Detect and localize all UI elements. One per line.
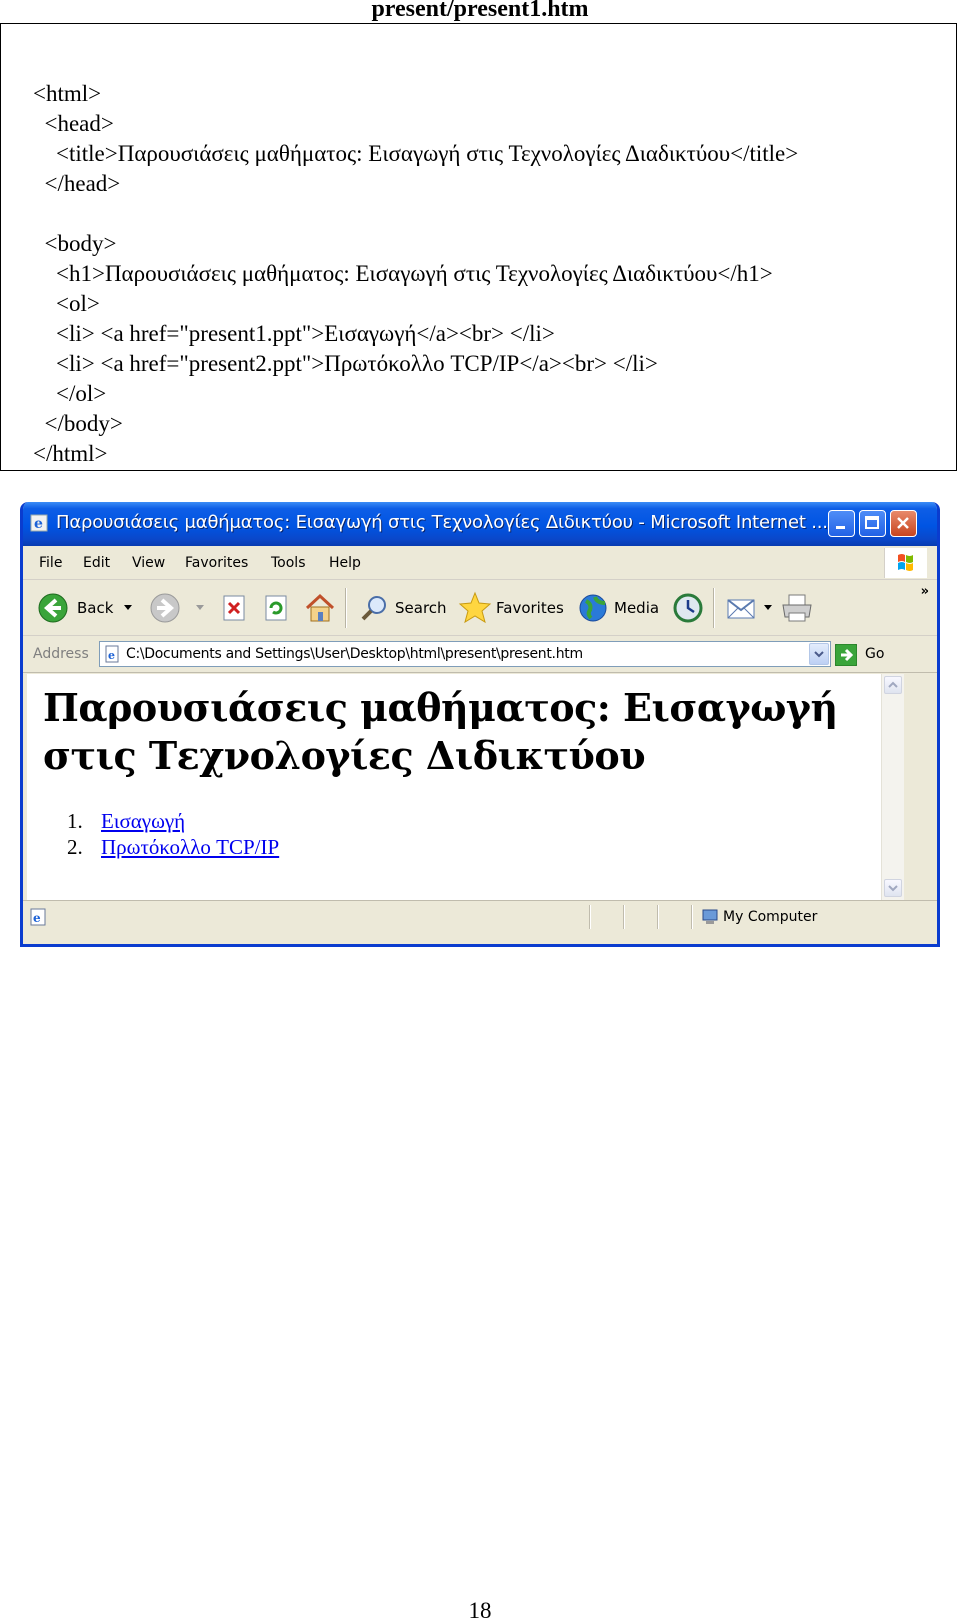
title-bar[interactable]: e Παρουσιάσεις μαθήματος: Εισαγωγή στις … [23, 502, 937, 546]
code-line: </body> [33, 411, 123, 436]
chevron-down-icon [888, 885, 898, 892]
svg-text:e: e [108, 649, 115, 662]
windows-logo-icon [884, 548, 927, 578]
toolbar-separator [713, 588, 715, 628]
list-number: 2. [67, 835, 83, 859]
menu-bar: File Edit View Favorites Tools Help [23, 546, 937, 580]
code-line: <body> [33, 231, 117, 256]
address-value: C:\Documents and Settings\User\Desktop\h… [126, 646, 583, 662]
menu-help[interactable]: Help [329, 555, 361, 571]
code-line: <li> <a href="present2.ppt">Πρωτόκολλο T… [33, 351, 658, 376]
code-line: </ol> [33, 381, 107, 406]
security-zone: My Computer [723, 909, 818, 925]
status-separator [623, 905, 625, 929]
minimize-icon [836, 526, 845, 529]
minimize-button[interactable] [828, 510, 855, 537]
menu-view[interactable]: View [132, 555, 165, 571]
forward-arrow-icon[interactable] [149, 592, 181, 624]
address-bar: Address e C:\Documents and Settings\User… [23, 636, 937, 673]
go-button[interactable]: Go [865, 646, 884, 662]
home-icon[interactable] [303, 591, 337, 625]
maximize-button[interactable] [859, 510, 886, 537]
chevron-down-icon [814, 651, 824, 658]
window-title: Παρουσιάσεις μαθήματος: Εισαγωγή στις Τε… [56, 512, 828, 533]
code-line: <head> [33, 111, 114, 136]
code-line: <title>Παρουσιάσεις μαθήματος: Εισαγωγή … [33, 141, 799, 166]
refresh-icon[interactable] [261, 593, 291, 623]
list-item: 2. Πρωτόκολλο TCP/IP [67, 834, 279, 860]
vertical-scrollbar[interactable] [881, 674, 904, 900]
history-icon[interactable] [671, 591, 705, 625]
code-line: <h1>Παρουσιάσεις μαθήματος: Εισαγωγή στι… [33, 261, 773, 286]
toolbar-separator [345, 588, 347, 628]
back-arrow-icon[interactable] [37, 592, 69, 624]
list-number: 1. [67, 809, 83, 833]
more-chevron-icon[interactable]: » [921, 584, 929, 599]
status-separator [589, 905, 591, 929]
search-button[interactable]: Search [395, 599, 447, 617]
menu-tools[interactable]: Tools [271, 555, 306, 571]
internet-explorer-icon: e [30, 514, 48, 532]
computer-zone-icon [702, 909, 718, 924]
scroll-up-button[interactable] [884, 676, 902, 694]
page-number: 18 [468, 1598, 492, 1623]
chevron-down-icon[interactable] [123, 604, 133, 612]
address-label: Address [33, 646, 89, 662]
address-dropdown-button[interactable] [809, 643, 829, 665]
browser-window: e Παρουσιάσεις μαθήματος: Εισαγωγή στις … [20, 502, 940, 947]
code-line: <html> [33, 81, 102, 106]
media-globe-icon[interactable] [577, 591, 611, 625]
code-line: </head> [33, 171, 121, 196]
search-icon[interactable] [359, 592, 391, 624]
close-icon [897, 517, 909, 529]
link-tcpip[interactable]: Πρωτόκολλο TCP/IP [101, 835, 279, 859]
status-bar: e My Computer [23, 900, 937, 933]
chevron-up-icon [888, 681, 898, 688]
code-line: </html> [33, 441, 108, 466]
close-button[interactable] [890, 510, 917, 537]
chevron-down-icon[interactable] [195, 604, 205, 612]
status-separator [691, 905, 693, 929]
menu-file[interactable]: File [39, 555, 62, 571]
maximize-icon [865, 516, 879, 529]
svg-text:e: e [33, 911, 41, 925]
status-separator [657, 905, 659, 929]
link-intro[interactable]: Εισαγωγή [101, 809, 185, 833]
page-status-icon: e [30, 908, 46, 926]
back-button[interactable]: Back [77, 599, 113, 617]
media-button[interactable]: Media [614, 599, 659, 617]
standard-toolbar: Back Search Favorites Media » [23, 580, 937, 636]
stop-icon[interactable] [219, 593, 249, 623]
figure-caption: present/present1.htm [371, 0, 589, 22]
menu-favorites[interactable]: Favorites [185, 555, 248, 571]
page-content: Παρουσιάσεις μαθήματος: Εισαγωγή στις Τε… [27, 674, 881, 900]
code-line: <li> <a href="present1.ppt">Εισαγωγή</a>… [33, 321, 555, 346]
star-favorites-icon[interactable] [457, 590, 493, 626]
page-heading: Παρουσιάσεις μαθήματος: Εισαγωγή στις Τε… [43, 685, 838, 778]
code-line: <ol> [33, 291, 100, 316]
address-input[interactable]: e C:\Documents and Settings\User\Desktop… [99, 641, 831, 667]
code-listing: <html> <head> <title>Παρουσιάσεις μαθήμα… [0, 23, 957, 471]
menu-edit[interactable]: Edit [83, 555, 110, 571]
favorites-button[interactable]: Favorites [496, 599, 564, 617]
page-icon: e [105, 645, 119, 663]
print-icon[interactable] [779, 591, 815, 625]
chevron-down-icon[interactable] [763, 604, 773, 612]
scroll-down-button[interactable] [884, 879, 902, 897]
svg-text:e: e [34, 516, 43, 532]
list-item: 1. Εισαγωγή [67, 808, 185, 834]
mail-icon[interactable] [725, 592, 759, 624]
go-arrow-icon[interactable] [835, 644, 857, 666]
